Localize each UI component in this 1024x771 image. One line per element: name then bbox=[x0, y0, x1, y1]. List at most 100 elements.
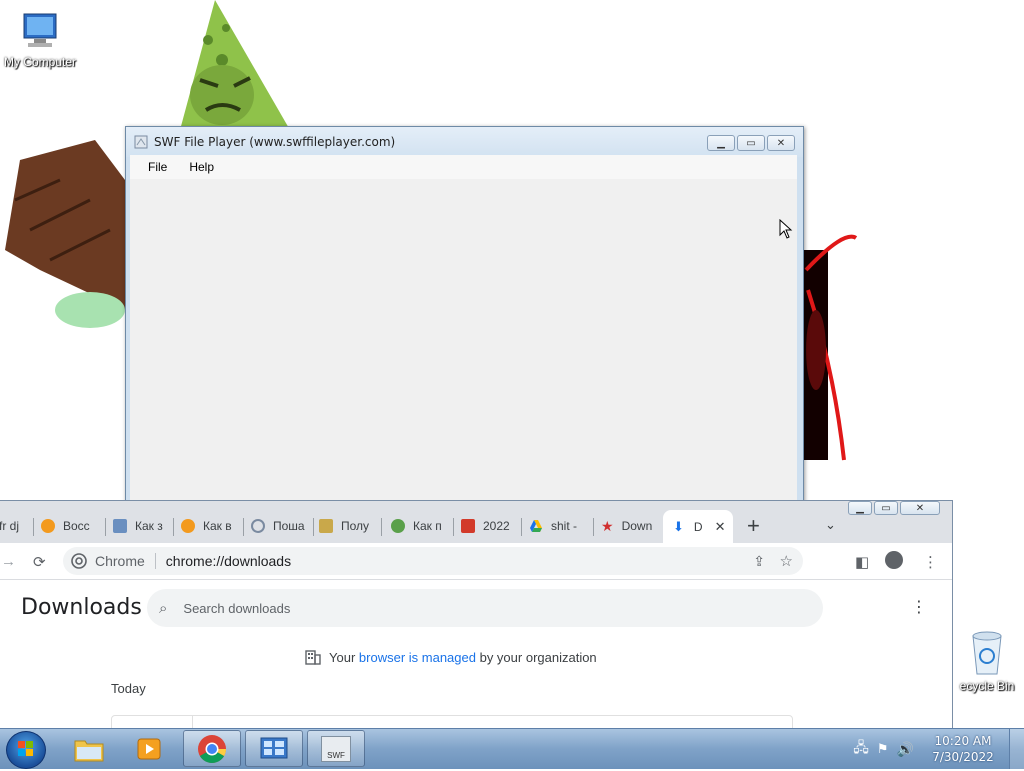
chrome-tab[interactable]: Поша bbox=[251, 512, 307, 540]
green-favicon-icon bbox=[391, 519, 405, 533]
chrome-tab[interactable]: Как в bbox=[181, 512, 237, 540]
close-button[interactable]: ✕ bbox=[900, 501, 940, 515]
tab-close-icon[interactable]: ✕ bbox=[715, 519, 726, 535]
document-favicon-icon bbox=[113, 519, 127, 533]
maximize-button[interactable]: ▭ bbox=[874, 501, 898, 515]
taskbar: SWF 🖧 ⚑ 🔊 10:20 AM 7/30/2022 bbox=[0, 728, 1024, 769]
clock-date: 7/30/2022 bbox=[932, 750, 994, 764]
tab-search-chevron-icon[interactable]: ⌄ bbox=[825, 517, 836, 533]
volume-icon[interactable]: 🔊 bbox=[897, 741, 914, 758]
system-clock[interactable]: 10:20 AM 7/30/2022 bbox=[928, 733, 998, 765]
wallpaper-green-cone-face bbox=[180, 0, 290, 130]
gear-favicon-icon bbox=[251, 519, 265, 533]
taskbar-chrome-button[interactable] bbox=[183, 730, 241, 767]
bookmark-star-icon[interactable]: ☆ bbox=[780, 552, 793, 570]
swf-window-controls: ▁ ▭ ✕ bbox=[707, 135, 795, 151]
chrome-tab[interactable]: Как з bbox=[113, 512, 169, 540]
taskbar-control-panel-button[interactable] bbox=[245, 730, 303, 767]
star-favicon-icon: ★ bbox=[601, 517, 614, 534]
windows-logo-icon bbox=[18, 741, 33, 756]
chrome-tab[interactable]: shit - bbox=[529, 512, 587, 540]
swf-content-area[interactable] bbox=[130, 179, 797, 505]
wallpaper-red-black-figure bbox=[804, 234, 858, 461]
site-chip-label: Chrome bbox=[95, 553, 145, 569]
url-text: chrome://downloads bbox=[165, 553, 292, 569]
tab-title: Как з bbox=[135, 519, 163, 533]
close-icon: ✕ bbox=[776, 137, 786, 149]
recycle-bin-icon bbox=[972, 631, 1002, 675]
tab-separator bbox=[173, 518, 174, 536]
tab-separator bbox=[593, 518, 594, 536]
computer-icon bbox=[23, 13, 57, 47]
tab-separator bbox=[243, 518, 244, 536]
menu-help[interactable]: Help bbox=[189, 160, 214, 174]
tab-separator bbox=[453, 518, 454, 536]
managed-suffix: by your organization bbox=[479, 649, 597, 665]
reload-icon[interactable]: ⟳ bbox=[33, 553, 46, 571]
chrome-tab-active[interactable]: ⬇ D ✕ bbox=[663, 510, 733, 543]
search-icon: ⌕ bbox=[159, 599, 168, 617]
red-favicon-icon bbox=[461, 519, 475, 533]
profile-avatar-icon[interactable] bbox=[885, 551, 903, 569]
chrome-toolbar: → ⟳ Chrome chrome://downloads ⇪ ☆ ◧ ⋮ bbox=[0, 543, 952, 580]
clock-time: 10:20 AM bbox=[934, 734, 992, 748]
close-icon: ✕ bbox=[915, 502, 925, 514]
orange-favicon-icon bbox=[41, 519, 55, 533]
chrome-tab[interactable]: Как п bbox=[391, 512, 447, 540]
control-panel-icon bbox=[260, 737, 288, 758]
explorer-icon bbox=[74, 740, 104, 761]
action-center-flag-icon[interactable]: ⚑ bbox=[877, 741, 889, 757]
chrome-tab-strip: fr dj Восс Как з Как в Поша Полу Как п 2… bbox=[0, 501, 952, 543]
minimize-icon: ▁ bbox=[856, 502, 864, 514]
desktop-icon-my-computer[interactable]: My Computer bbox=[0, 8, 80, 69]
managed-link[interactable]: browser is managed bbox=[359, 650, 476, 665]
tab-title: fr dj bbox=[0, 519, 20, 533]
swf-title-bar[interactable]: SWF File Player (www.swffileplayer.com) bbox=[126, 127, 803, 157]
side-panel-icon[interactable]: ◧ bbox=[855, 553, 869, 571]
image-favicon-icon bbox=[319, 519, 333, 533]
wallpaper-brown-figure bbox=[5, 140, 125, 328]
page-title: Downloads bbox=[21, 595, 142, 620]
managed-notice: Your browser is managed by your organiza… bbox=[305, 649, 597, 665]
google-drive-favicon-icon bbox=[530, 520, 542, 532]
download-favicon-icon: ⬇ bbox=[673, 518, 684, 534]
swf-window-title: SWF File Player (www.swffileplayer.com) bbox=[154, 135, 396, 149]
swf-menu-bar: File Help bbox=[130, 155, 797, 179]
address-bar[interactable]: Chrome chrome://downloads ⇪ ☆ bbox=[63, 547, 803, 575]
menu-file[interactable]: File bbox=[148, 160, 167, 174]
start-button[interactable] bbox=[6, 731, 46, 769]
tab-separator bbox=[381, 518, 382, 536]
taskbar-swf-player-button[interactable]: SWF bbox=[307, 730, 365, 767]
swf-player-window: SWF File Player (www.swffileplayer.com) … bbox=[125, 126, 804, 506]
tab-separator bbox=[105, 518, 106, 536]
maximize-button[interactable]: ▭ bbox=[737, 135, 765, 151]
media-player-icon bbox=[137, 738, 161, 759]
minimize-icon: ▁ bbox=[717, 137, 725, 149]
close-button[interactable]: ✕ bbox=[767, 135, 795, 151]
chrome-tab[interactable]: 2022 bbox=[461, 512, 517, 540]
minimize-button[interactable]: ▁ bbox=[707, 135, 735, 151]
managed-prefix: Your bbox=[329, 649, 356, 665]
taskbar-media-player-button[interactable] bbox=[120, 730, 178, 767]
desktop-icon-recycle-bin[interactable]: ecycle Bin bbox=[950, 630, 1024, 693]
chrome-icon bbox=[198, 734, 226, 763]
network-icon[interactable]: 🖧 bbox=[853, 737, 869, 761]
chrome-tab[interactable]: Полу bbox=[319, 512, 375, 540]
chrome-tab[interactable]: Восс bbox=[41, 512, 101, 540]
tab-title: Полу bbox=[341, 519, 370, 533]
maximize-icon: ▭ bbox=[881, 502, 891, 514]
chrome-tab[interactable]: ★ Down bbox=[601, 512, 659, 540]
share-icon[interactable]: ⇪ bbox=[753, 553, 765, 570]
chrome-window-controls: ▁ ▭ ✕ bbox=[848, 501, 940, 515]
chrome-menu-icon[interactable]: ⋮ bbox=[923, 553, 938, 571]
more-options-icon[interactable]: ⋮ bbox=[911, 597, 927, 617]
taskbar-explorer-button[interactable] bbox=[60, 730, 118, 767]
forward-arrow-icon[interactable]: → bbox=[1, 553, 16, 570]
mouse-cursor-icon bbox=[779, 219, 793, 239]
minimize-button[interactable]: ▁ bbox=[848, 501, 872, 515]
search-downloads-input[interactable]: ⌕ Search downloads bbox=[147, 589, 823, 627]
chrome-tab[interactable]: fr dj bbox=[0, 512, 29, 540]
new-tab-button[interactable]: + bbox=[747, 513, 760, 539]
show-desktop-button[interactable] bbox=[1009, 729, 1024, 769]
tab-title: Восс bbox=[63, 519, 90, 533]
